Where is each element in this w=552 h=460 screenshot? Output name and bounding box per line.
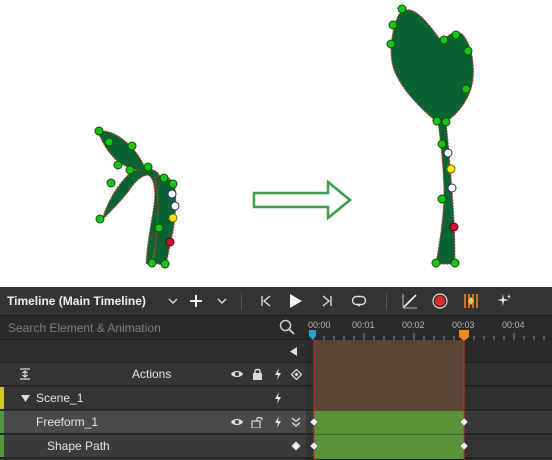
element-marker	[0, 435, 4, 457]
lightning-icon[interactable]	[271, 367, 285, 381]
collapse-triangle-icon[interactable]	[286, 344, 300, 358]
scene-animation-span[interactable]	[314, 340, 464, 411]
lightning-icon[interactable]	[271, 415, 285, 429]
skip-to-start-icon[interactable]	[257, 290, 275, 312]
skip-to-end-icon[interactable]	[318, 290, 336, 312]
keyframe-diamond-icon[interactable]	[289, 367, 303, 381]
actions-row[interactable]: Actions	[0, 363, 306, 386]
magic-sparkle-icon[interactable]	[492, 290, 514, 312]
scene-row[interactable]: Scene_1	[0, 387, 306, 410]
shape-path-label: Shape Path	[47, 439, 110, 453]
timeline-title: Timeline (Main Timeline)	[7, 294, 146, 308]
timeline-menu-chevron-icon[interactable]	[166, 290, 180, 312]
search-input[interactable]	[8, 319, 276, 337]
easing-curve-icon[interactable]	[400, 290, 420, 312]
transform-arrow	[252, 179, 352, 221]
toolbar-divider	[386, 293, 387, 310]
span-divider	[314, 434, 464, 435]
play-icon[interactable]	[286, 290, 306, 312]
keyframe-diamond-icon[interactable]	[289, 439, 303, 453]
timeline-tracks-panel[interactable]: 00:00 00:01 00:02 00:03 00:04	[306, 316, 552, 460]
time-ruler[interactable]: 00:00 00:01 00:02 00:03 00:04	[306, 316, 552, 340]
search-icon[interactable]	[279, 319, 295, 338]
stage-drawing	[94, 4, 474, 269]
eye-icon[interactable]	[230, 415, 244, 429]
unlock-icon[interactable]	[250, 415, 264, 429]
expand-chevrons-icon[interactable]	[289, 415, 303, 429]
scene-label: Scene_1	[36, 391, 84, 405]
element-marker	[0, 411, 4, 433]
timeline-toolbar: Timeline (Main Timeline)	[0, 287, 552, 316]
sprout-shape[interactable]	[98, 130, 177, 266]
auto-keyframe-icon[interactable]	[460, 290, 482, 312]
scene-marker	[0, 387, 4, 409]
record-icon[interactable]	[430, 290, 450, 312]
freeform-animation-span[interactable]	[314, 411, 464, 459]
grown-plant-shape[interactable]	[390, 9, 474, 265]
actions-label: Actions	[132, 367, 172, 381]
toolbar-divider	[241, 293, 242, 310]
add-timeline-plus-icon[interactable]	[186, 290, 206, 312]
lock-icon[interactable]	[250, 367, 264, 381]
ruler-ticks	[313, 333, 545, 340]
layer-row-blank	[0, 340, 306, 363]
shape-path-row[interactable]: Shape Path	[0, 435, 306, 458]
eye-icon[interactable]	[230, 367, 244, 381]
actions-expand-icon[interactable]	[18, 367, 32, 381]
add-menu-chevron-icon[interactable]	[215, 290, 229, 312]
timeline-layers-panel: Actions Scene_1	[0, 316, 306, 460]
freeform-label: Freeform_1	[36, 415, 99, 429]
loop-icon[interactable]	[349, 290, 369, 312]
search-bar	[0, 316, 306, 340]
stage-canvas[interactable]	[0, 0, 552, 287]
timeline-panel: Timeline (Main Timeline) Search Element …	[0, 287, 552, 460]
scene-collapse-triangle-icon[interactable]	[18, 391, 32, 405]
freeform-row[interactable]: Freeform_1	[0, 411, 306, 434]
lightning-icon[interactable]	[271, 391, 285, 405]
